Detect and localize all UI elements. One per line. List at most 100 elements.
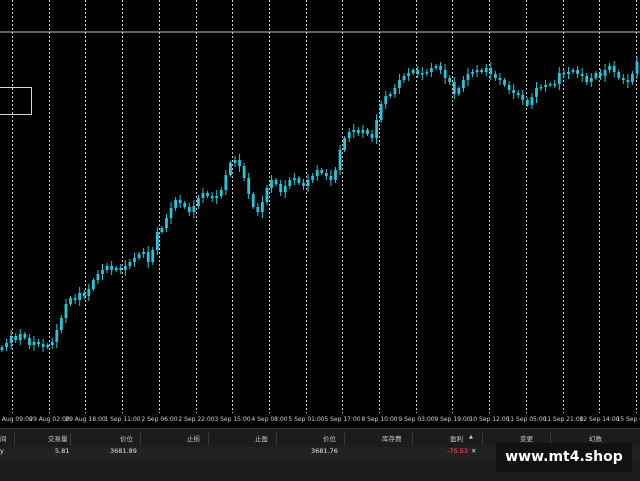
candle-body — [425, 72, 429, 74]
candle-body — [32, 342, 36, 345]
candle-body — [599, 73, 602, 76]
candle-body — [142, 252, 146, 254]
candle-body — [55, 330, 59, 342]
candle-body — [411, 70, 415, 73]
candle-body — [416, 70, 420, 74]
candle-body — [393, 88, 397, 94]
candle-body — [375, 120, 379, 138]
time-tick-label: 3 Sep 15:00 — [214, 416, 251, 423]
chart-object-rectangle[interactable] — [0, 87, 32, 115]
candle-body — [247, 178, 251, 194]
candle-body — [631, 74, 634, 82]
candle-body — [430, 68, 433, 72]
candle-body — [352, 130, 356, 132]
col-price[interactable]: 价位 — [120, 433, 133, 443]
candle-body — [37, 342, 40, 344]
col-profit[interactable]: 盈利 — [450, 433, 463, 443]
candle-body — [612, 66, 616, 72]
candle-body — [452, 82, 456, 94]
candle-body — [530, 97, 534, 105]
col-stop-loss[interactable]: 止损 — [187, 433, 200, 443]
candle-body — [105, 266, 109, 270]
candle-body — [28, 338, 31, 345]
candle-body — [420, 73, 424, 75]
candle-body — [585, 76, 589, 82]
col-magic-number[interactable]: 幻数 — [589, 433, 602, 443]
row-volume: 5.81 — [55, 447, 70, 455]
candle-body — [238, 160, 241, 166]
candle-body — [480, 70, 484, 72]
candle-body — [347, 132, 351, 138]
time-tick-label: 2 Sep 06:00 — [141, 416, 178, 423]
candle-body — [484, 68, 488, 72]
candle-body — [366, 130, 369, 134]
candle-body — [521, 95, 525, 100]
candle-body — [384, 96, 388, 104]
candle-body — [356, 130, 360, 133]
candle-body — [14, 336, 18, 340]
candle-body — [567, 72, 570, 74]
candle-body — [160, 228, 164, 232]
candle-body — [343, 138, 347, 150]
candle-body — [516, 93, 520, 95]
candle-body — [274, 180, 278, 184]
candle-body — [489, 68, 493, 74]
col-swap[interactable]: 库存费 — [382, 433, 402, 443]
candle-body — [379, 104, 383, 120]
candle-body — [320, 170, 324, 173]
candle-body — [46, 345, 50, 347]
candle-body — [201, 193, 205, 198]
candle-body — [626, 80, 630, 82]
candle-body — [119, 268, 123, 270]
candle-body — [73, 298, 77, 300]
row-profit: -75.53 — [447, 447, 468, 455]
col-time[interactable]: 间 — [0, 433, 7, 443]
candle-body — [571, 70, 575, 72]
candle-body — [297, 178, 301, 183]
candle-body — [370, 134, 374, 138]
candle-series — [0, 57, 639, 352]
candle-body — [334, 170, 337, 180]
candle-body — [283, 186, 287, 192]
candle-body — [9, 336, 13, 343]
candle-body — [265, 188, 269, 202]
candle-body — [251, 194, 255, 207]
candle-body — [443, 70, 447, 78]
candle-body — [91, 280, 95, 289]
candle-body — [388, 94, 392, 96]
candle-body — [466, 74, 470, 80]
col-current-price[interactable]: 价位 — [323, 433, 336, 443]
candle-body — [439, 66, 442, 70]
row-type: y — [0, 447, 4, 455]
candle-body — [315, 170, 319, 176]
col-take-profit[interactable]: 止盈 — [255, 433, 268, 443]
candle-body — [146, 252, 150, 262]
time-tick-label: 29 Aug 02:00 — [29, 416, 70, 423]
candle-body — [174, 200, 177, 208]
candle-body — [525, 100, 529, 105]
time-tick-label: 5 Sep 17:00 — [324, 416, 361, 423]
candle-body — [114, 268, 118, 270]
candle-body — [215, 196, 219, 198]
col-volume[interactable]: 交易量 — [48, 433, 68, 443]
candle-body — [306, 180, 310, 186]
candle-body — [165, 218, 168, 228]
candle-body — [576, 70, 580, 74]
candle-body — [229, 163, 232, 175]
candle-body — [18, 334, 22, 340]
candle-body — [192, 206, 196, 212]
price-chart[interactable]: 28 Aug 09:0029 Aug 02:0029 Aug 18:001 Se… — [0, 0, 640, 427]
candle-body — [110, 266, 114, 270]
row-current-price: 3681.76 — [311, 447, 338, 455]
candle-body — [557, 73, 561, 84]
candle-body — [462, 80, 465, 88]
time-tick-label: 10 Sep 12:00 — [469, 416, 510, 423]
candle-body — [197, 198, 200, 206]
col-change[interactable]: 变更 — [520, 433, 533, 443]
candle-body — [0, 347, 4, 350]
candle-body — [69, 298, 72, 304]
sort-ascending-icon[interactable]: ▲ — [469, 434, 473, 440]
candle-body — [82, 293, 86, 296]
candle-body — [224, 175, 228, 190]
close-position-icon[interactable]: ✕ — [471, 447, 476, 455]
